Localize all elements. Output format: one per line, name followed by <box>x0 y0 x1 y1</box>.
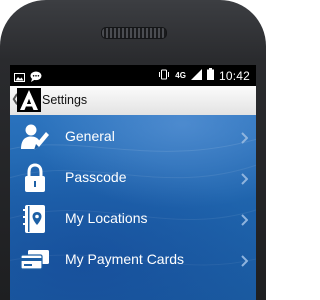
menu-item-label: General <box>65 128 115 144</box>
app-logo[interactable] <box>17 88 41 112</box>
battery-icon <box>206 68 214 83</box>
status-bar: 4G 10:42 <box>10 65 256 86</box>
chat-icon <box>30 69 42 87</box>
vibrate-icon <box>158 69 170 83</box>
menu-item-my-locations[interactable]: My Locations <box>10 199 256 239</box>
settings-list: General Passcode My Locations My Payment… <box>10 115 256 300</box>
menu-item-label: My Payment Cards <box>65 251 185 267</box>
chevron-right-icon <box>241 172 249 190</box>
menu-item-my-payment-cards[interactable]: My Payment Cards <box>10 240 256 280</box>
menu-item-general[interactable]: General <box>10 117 256 157</box>
earpiece-speaker <box>101 27 167 39</box>
user-pen-icon <box>20 122 50 152</box>
image-icon <box>14 69 25 87</box>
menu-item-label: My Locations <box>65 210 148 226</box>
app-bar: ❮ Settings <box>10 86 256 116</box>
signal-icon <box>190 68 202 83</box>
page-title: Settings <box>42 93 88 107</box>
chevron-right-icon <box>241 131 249 149</box>
menu-item-passcode[interactable]: Passcode <box>10 158 256 198</box>
screen: 4G 10:42 ❮ Settings General Passcode My … <box>10 65 256 300</box>
menu-item-label: Passcode <box>65 169 127 185</box>
chevron-right-icon <box>241 254 249 272</box>
status-time: 10:42 <box>218 68 250 83</box>
payment-cards-icon <box>20 245 50 275</box>
chevron-right-icon <box>241 213 249 231</box>
address-book-icon <box>20 204 50 234</box>
phone-frame: 4G 10:42 ❮ Settings General Passcode My … <box>0 0 266 300</box>
padlock-icon <box>20 163 50 193</box>
network-4g-icon: 4G <box>175 71 186 80</box>
